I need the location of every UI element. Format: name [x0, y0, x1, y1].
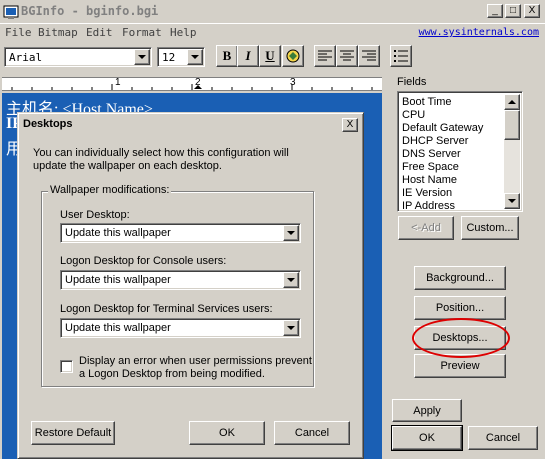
fields-label: Fields: [397, 76, 427, 88]
chevron-down-icon[interactable]: [283, 225, 299, 241]
font-size-value: 12: [162, 51, 176, 64]
position-button[interactable]: Position...: [414, 296, 506, 320]
background-button[interactable]: Background...: [414, 266, 506, 290]
apply-button[interactable]: Apply: [392, 399, 462, 422]
list-item[interactable]: Free Space: [402, 161, 459, 173]
align-center-button[interactable]: [336, 45, 358, 67]
dialog-intro-line: You can individually select how this con…: [33, 147, 289, 159]
ruler-mark-3: 3: [290, 77, 296, 88]
align-left-icon: [318, 50, 332, 61]
scroll-thumb[interactable]: [504, 110, 520, 140]
maximize-icon: □: [509, 5, 517, 16]
bold-icon: B: [222, 48, 232, 63]
list-item[interactable]: Boot Time: [402, 96, 452, 108]
font-size-select[interactable]: 12: [157, 47, 205, 67]
dialog-intro-line: update the wallpaper on each desktop.: [33, 160, 222, 172]
user-desktop-value: Update this wallpaper: [65, 227, 171, 239]
dialog-close-button[interactable]: X: [342, 118, 358, 132]
image-icon: [286, 49, 300, 63]
list-item[interactable]: Host Name: [402, 174, 457, 186]
menu-bar: File Bitmap Edit Format Help www.sysinte…: [0, 24, 545, 42]
user-desktop-label: User Desktop:: [60, 209, 130, 221]
menu-edit[interactable]: Edit: [86, 26, 113, 39]
group-label: Wallpaper modifications:: [48, 184, 172, 196]
window-title: BGInfo - bginfo.bgi: [21, 4, 159, 18]
chevron-down-icon[interactable]: [283, 272, 299, 288]
maximize-button[interactable]: □: [505, 4, 521, 18]
menu-format[interactable]: Format: [122, 26, 162, 39]
console-desktop-label: Logon Desktop for Console users:: [60, 255, 227, 267]
align-left-button[interactable]: [314, 45, 336, 67]
permission-error-checkbox[interactable]: [60, 360, 73, 373]
ruler-mark-2: 2: [195, 77, 201, 88]
size-dropdown-arrow-icon[interactable]: [187, 49, 203, 65]
align-right-icon: [362, 50, 376, 61]
scroll-down-icon: [508, 198, 516, 203]
bullet-list-button[interactable]: [390, 45, 412, 67]
console-desktop-select[interactable]: Update this wallpaper: [60, 270, 301, 290]
checkbox-label-line: Display an error when user permissions p…: [79, 355, 312, 367]
console-desktop-value: Update this wallpaper: [65, 274, 171, 286]
bold-button[interactable]: B: [216, 45, 238, 67]
ruler-ticks: [11, 84, 373, 90]
align-right-button[interactable]: [358, 45, 380, 67]
underline-icon: U: [265, 48, 275, 63]
font-select[interactable]: Arial: [4, 47, 152, 67]
ruler: 1 2 3: [2, 77, 382, 91]
chevron-down-icon[interactable]: [283, 320, 299, 336]
scroll-up-icon: [508, 99, 516, 104]
custom-field-button[interactable]: Custom...: [461, 216, 519, 240]
italic-icon: I: [245, 48, 251, 63]
red-annotation-circle: [412, 318, 510, 358]
bullet-list-icon: [394, 50, 408, 62]
list-item[interactable]: CPU: [402, 109, 425, 121]
close-button[interactable]: X: [524, 4, 540, 18]
title-bar: BGInfo - bginfo.bgi _ □ X: [0, 0, 545, 24]
scroll-down-button[interactable]: [504, 193, 520, 209]
dialog-ok-button[interactable]: OK: [189, 421, 265, 445]
list-item[interactable]: IE Version: [402, 187, 452, 199]
fields-scrollbar[interactable]: [504, 94, 520, 209]
insert-image-button[interactable]: [282, 45, 304, 67]
dialog-title-bar: Desktops X: [21, 116, 360, 134]
fields-list[interactable]: Boot Time CPU Default Gateway DHCP Serve…: [397, 91, 523, 212]
desktops-dialog: Desktops X You can individually select h…: [17, 112, 364, 459]
menu-bitmap[interactable]: Bitmap: [38, 26, 78, 39]
sysinternals-link[interactable]: www.sysinternals.com: [419, 27, 539, 38]
list-item[interactable]: Default Gateway: [402, 122, 483, 134]
list-item[interactable]: DNS Server: [402, 148, 461, 160]
ruler-mark-1: 1: [115, 77, 121, 88]
scroll-up-button[interactable]: [504, 94, 520, 110]
align-center-icon: [340, 50, 354, 61]
italic-button[interactable]: I: [237, 45, 259, 67]
ok-button[interactable]: OK: [391, 425, 463, 451]
menu-file[interactable]: File: [5, 26, 32, 39]
menu-help[interactable]: Help: [170, 26, 197, 39]
dialog-cancel-button[interactable]: Cancel: [274, 421, 350, 445]
add-field-button[interactable]: <-Add: [398, 216, 454, 240]
underline-button[interactable]: U: [259, 45, 281, 67]
checkbox-label-line: a Logon Desktop from being modified.: [79, 368, 265, 380]
list-item[interactable]: IP Address: [402, 200, 455, 212]
ts-desktop-value: Update this wallpaper: [65, 322, 171, 334]
user-desktop-select[interactable]: Update this wallpaper: [60, 223, 301, 243]
font-dropdown-arrow-icon[interactable]: [134, 49, 150, 65]
close-icon: X: [528, 5, 536, 16]
minimize-button[interactable]: _: [487, 4, 503, 18]
restore-default-button[interactable]: Restore Default: [31, 421, 115, 445]
close-icon: X: [346, 119, 354, 130]
ts-desktop-label: Logon Desktop for Terminal Services user…: [60, 303, 273, 315]
list-item[interactable]: DHCP Server: [402, 135, 468, 147]
font-value: Arial: [9, 51, 43, 64]
ts-desktop-select[interactable]: Update this wallpaper: [60, 318, 301, 338]
cancel-button[interactable]: Cancel: [468, 426, 538, 450]
bginfo-app-icon: [3, 5, 19, 19]
dialog-title: Desktops: [23, 118, 73, 130]
minimize-icon: _: [492, 5, 498, 16]
